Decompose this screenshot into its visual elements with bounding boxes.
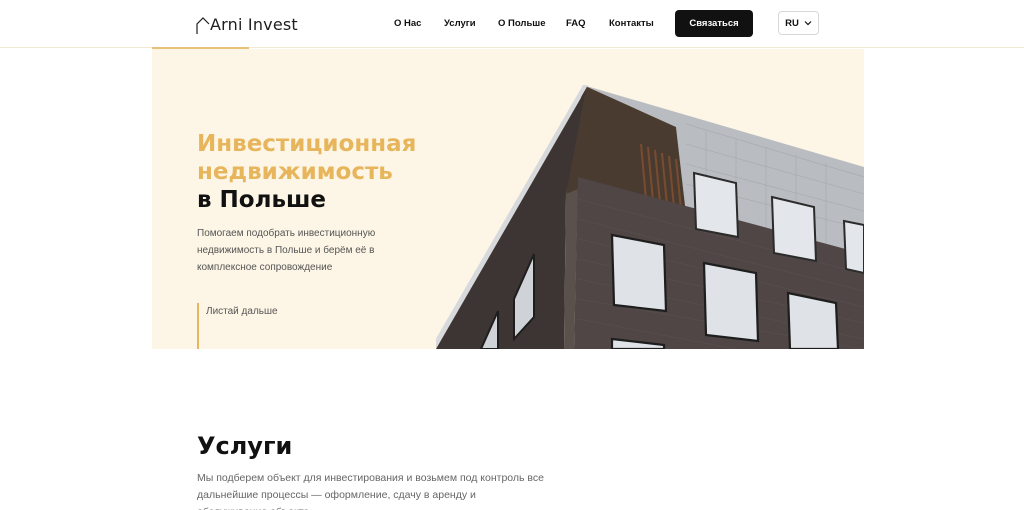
nav-faq[interactable]: FAQ bbox=[566, 18, 586, 29]
building-image bbox=[436, 49, 864, 349]
hero-title: Инвестиционная недвижимость в Польше bbox=[197, 130, 416, 214]
scroll-indicator-line bbox=[197, 303, 199, 349]
services-description: Мы подберем объект для инвестирования и … bbox=[197, 472, 544, 510]
nav-poland[interactable]: О Польше bbox=[498, 18, 546, 29]
chevron-down-icon bbox=[804, 21, 812, 26]
contact-button[interactable]: Связаться bbox=[675, 10, 753, 37]
scroll-down-link[interactable]: Листай дальше bbox=[206, 306, 278, 317]
logo[interactable]: Arni Invest bbox=[196, 13, 298, 35]
hero-title-line-2: недвижимость bbox=[197, 159, 393, 185]
logo-text: Arni Invest bbox=[210, 15, 298, 34]
services-heading: Услуги bbox=[197, 432, 293, 460]
hero-description: Помогаем подобрать инвестиционную недвиж… bbox=[197, 228, 376, 273]
nav-about[interactable]: О Нас bbox=[394, 18, 421, 29]
language-select[interactable]: RU bbox=[778, 11, 819, 35]
nav-contacts[interactable]: Контакты bbox=[609, 18, 654, 29]
site-header: Arni Invest О Нас Услуги О Польше FAQ Ко… bbox=[0, 0, 1024, 48]
nav-services[interactable]: Услуги bbox=[444, 18, 476, 29]
hero-title-line-1: Инвестиционная bbox=[197, 131, 417, 157]
logo-house-icon bbox=[196, 17, 210, 34]
language-value: RU bbox=[785, 17, 799, 29]
hero-title-line-3: в Польше bbox=[197, 187, 327, 213]
